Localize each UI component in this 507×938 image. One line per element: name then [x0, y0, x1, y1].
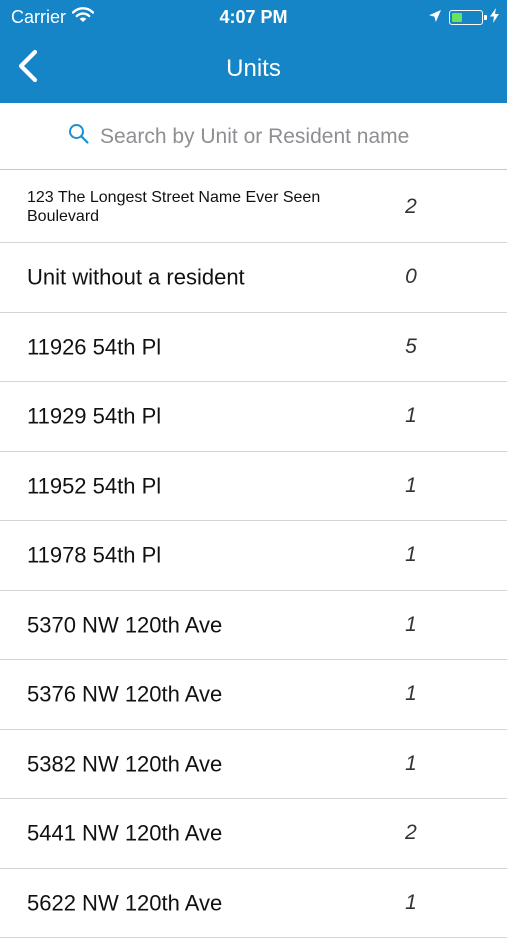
unit-row[interactable]: 5370 NW 120th Ave 1	[0, 591, 507, 661]
unit-name: 11926 54th Pl	[27, 334, 377, 359]
unit-name: 5441 NW 120th Ave	[27, 821, 377, 846]
navigation-bar: Units	[0, 34, 507, 103]
unit-row[interactable]: 11978 54th Pl 1	[0, 521, 507, 591]
unit-row[interactable]: 11952 54th Pl 1	[0, 452, 507, 522]
unit-name: Unit without a resident	[27, 265, 377, 290]
resident-count: 1	[398, 752, 424, 776]
resident-count: 1	[398, 682, 424, 706]
resident-count: 2	[398, 195, 424, 219]
unit-row[interactable]: 11929 54th Pl 1	[0, 382, 507, 452]
resident-count: 1	[398, 613, 424, 637]
resident-count: 5	[398, 335, 424, 359]
resident-count: 1	[398, 543, 424, 567]
location-arrow-icon	[428, 7, 442, 28]
battery-icon	[449, 10, 483, 25]
resident-count: 1	[398, 891, 424, 915]
battery-cap	[484, 15, 487, 20]
resident-count: 2	[398, 821, 424, 845]
unit-row[interactable]: Unit without a resident 0	[0, 243, 507, 313]
unit-name: 5376 NW 120th Ave	[27, 682, 377, 707]
page-title: Units	[0, 55, 507, 83]
search-bar	[0, 103, 507, 170]
unit-row[interactable]: 5382 NW 120th Ave 1	[0, 730, 507, 800]
unit-name: 11952 54th Pl	[27, 473, 377, 498]
resident-count: 1	[398, 404, 424, 428]
search-icon	[68, 123, 90, 150]
unit-row[interactable]: 123 The Longest Street Name Ever Seen Bo…	[0, 171, 507, 243]
resident-count: 1	[398, 474, 424, 498]
unit-name: 5382 NW 120th Ave	[27, 751, 377, 776]
search-input[interactable]	[100, 125, 450, 149]
unit-row[interactable]: 5622 NW 120th Ave 1	[0, 869, 507, 938]
unit-name: 11978 54th Pl	[27, 543, 377, 568]
search-field-container	[68, 123, 450, 150]
status-icons	[428, 7, 499, 28]
unit-row[interactable]: 11926 54th Pl 5	[0, 313, 507, 383]
unit-row[interactable]: 5441 NW 120th Ave 2	[0, 799, 507, 869]
battery-level-fill	[452, 13, 462, 22]
unit-name: 123 The Longest Street Name Ever Seen Bo…	[27, 187, 377, 225]
unit-row[interactable]: 5376 NW 120th Ave 1	[0, 660, 507, 730]
unit-name: 5370 NW 120th Ave	[27, 612, 377, 637]
unit-name: 11929 54th Pl	[27, 404, 377, 429]
charging-bolt-icon	[490, 7, 499, 28]
unit-name: 5622 NW 120th Ave	[27, 890, 377, 915]
resident-count: 0	[398, 265, 424, 289]
units-list: 123 The Longest Street Name Ever Seen Bo…	[0, 171, 507, 938]
status-bar: Carrier 4:07 PM	[0, 0, 507, 34]
